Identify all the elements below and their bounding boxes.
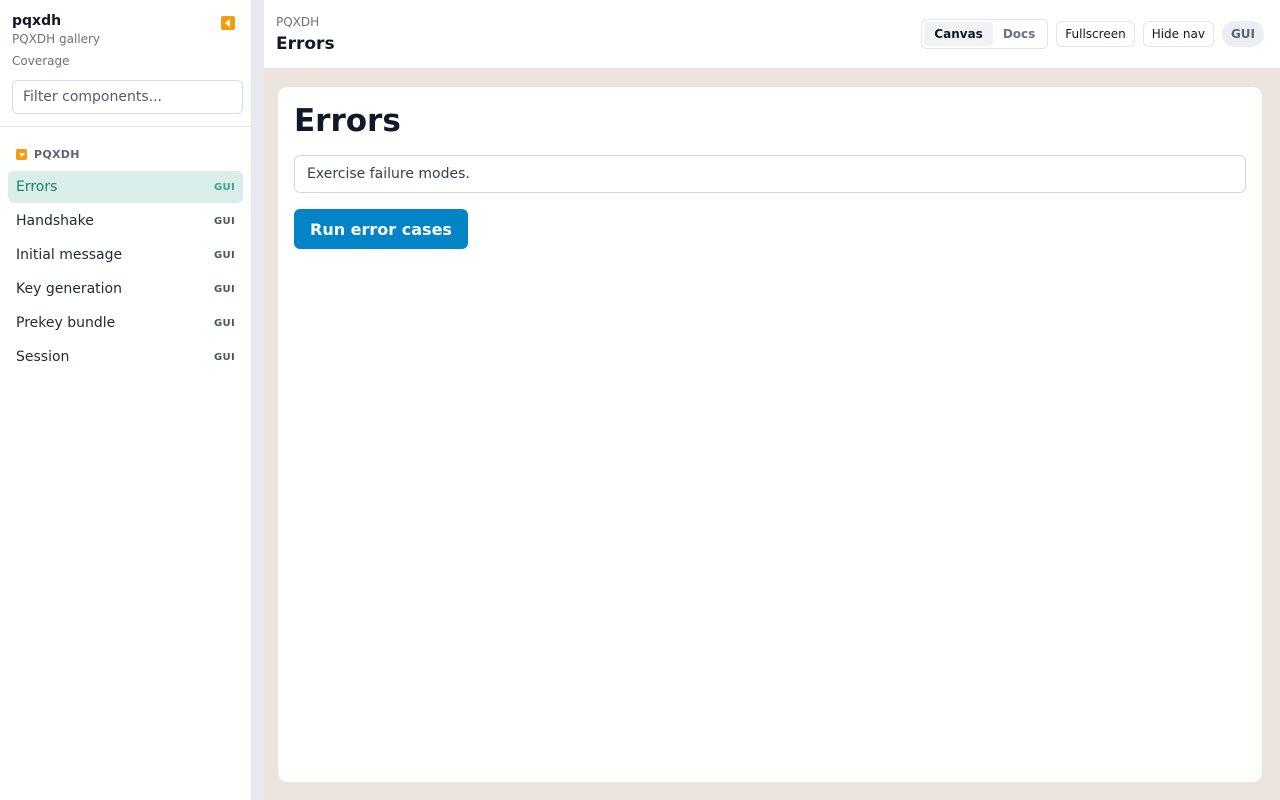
group-header[interactable]: PQXDH [8,147,243,161]
component-card: Errors Exercise failure modes. Run error… [277,86,1263,783]
sidebar-subtitle: PQXDH gallery [12,32,101,46]
sidebar-item-label: Session [16,349,70,365]
sidebar-resize-handle[interactable] [252,0,264,800]
sidebar-item-errors[interactable]: Errors GUI [8,171,243,203]
sidebar-item-label: Handshake [16,213,94,229]
chevron-down-icon[interactable] [16,148,27,160]
sidebar-item-key-generation[interactable]: Key generation GUI [8,273,243,305]
filter-input[interactable] [12,80,243,114]
main-area: PQXDH Errors Canvas Docs Fullscreen Hide… [264,0,1280,800]
card-title: Errors [294,103,401,139]
group-label: PQXDH [34,147,80,161]
sidebar-item-badge: GUI [214,215,235,227]
breadcrumb[interactable]: PQXDH [276,15,335,29]
nav-group-pqxdh: PQXDH Errors GUI Handshake GUI Initial m… [0,127,251,373]
sidebar: pqxdh PQXDH gallery Coverage PQXDH Error… [0,0,252,800]
description-box: Exercise failure modes. [294,155,1246,193]
toolbar: Canvas Docs Fullscreen Hide nav GUI [921,19,1264,49]
page-title: Errors [276,33,335,54]
sidebar-item-badge: GUI [214,317,235,329]
sidebar-item-badge: GUI [214,283,235,295]
tab-docs[interactable]: Docs [993,22,1045,46]
sidebar-item-label: Initial message [16,247,123,263]
view-toggle: Canvas Docs [921,19,1049,49]
canvas: Errors Exercise failure modes. Run error… [264,69,1280,800]
app-root: pqxdh PQXDH gallery Coverage PQXDH Error… [0,0,1280,800]
coverage-link[interactable]: Coverage [12,53,70,69]
sidebar-item-label: Prekey bundle [16,315,116,331]
sidebar-item-label: Errors [16,179,58,195]
sidebar-item-badge: GUI [214,351,235,363]
topbar: PQXDH Errors Canvas Docs Fullscreen Hide… [264,0,1280,69]
mode-badge: GUI [1221,21,1264,47]
collapse-left-icon[interactable] [221,16,235,30]
run-error-cases-button[interactable]: Run error cases [294,209,468,249]
hide-nav-button[interactable]: Hide nav [1142,21,1214,47]
sidebar-item-session[interactable]: Session GUI [8,341,243,373]
sidebar-item-badge: GUI [214,249,235,261]
sidebar-item-handshake[interactable]: Handshake GUI [8,205,243,237]
tab-canvas[interactable]: Canvas [924,22,993,46]
sidebar-title: pqxdh [12,13,62,29]
sidebar-item-prekey-bundle[interactable]: Prekey bundle GUI [8,307,243,339]
sidebar-item-label: Key generation [16,281,122,297]
sidebar-header: pqxdh PQXDH gallery Coverage [0,0,251,127]
nav-list: Errors GUI Handshake GUI Initial message… [8,171,243,373]
fullscreen-button[interactable]: Fullscreen [1056,21,1135,47]
sidebar-item-initial-message[interactable]: Initial message GUI [8,239,243,271]
title-block: PQXDH Errors [276,15,335,54]
sidebar-item-badge: GUI [214,181,235,193]
